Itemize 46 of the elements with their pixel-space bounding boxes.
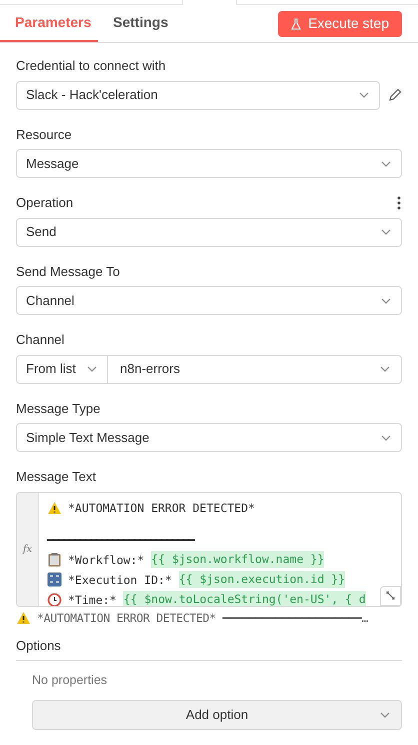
field-label: Credential to connect with	[16, 57, 166, 75]
field-label: Message Text	[16, 468, 97, 486]
select-value: Channel	[26, 292, 74, 310]
mode-value[interactable]: From list	[26, 359, 76, 379]
select-value: Message	[26, 154, 79, 173]
field-label: Send Message To	[16, 262, 120, 281]
code-editor[interactable]: fx *AUTOMATION ERROR DETECTED* ━━━━━━━━━━━━━━━━━━━━━━━━━━━ *Workflow:* {{ $json.workflow.name }} *Execution ID:* {{ $json.execution.id }} *Time:* {{ $now.toLocaleString('en-US', { d	[16, 492, 402, 606]
empty-state-text: No properties	[32, 672, 108, 690]
expression-text: {{ $now.toLocaleString('en-US', { d	[123, 591, 366, 606]
code-text: *Workflow:*	[68, 552, 144, 568]
code-text: ━━━━━━━━━━━━━━━━━━━━━━━━━━━	[47, 532, 194, 548]
section-title: Options	[16, 636, 402, 662]
expression-text: {{ $json.execution.id }}	[178, 571, 346, 588]
select-field[interactable]: Send	[16, 218, 402, 246]
select-value: Send	[26, 223, 56, 242]
panel-handle[interactable]	[182, 0, 237, 5]
field-label: Channel	[16, 331, 64, 349]
field-label: Message Type	[16, 400, 100, 418]
field-label: Resource	[16, 126, 72, 144]
clipboard-icon	[47, 552, 62, 567]
select-value: Slack - Hack'celeration	[26, 86, 158, 104]
select-value: n8n-errors	[120, 360, 180, 378]
number-keys-icon	[47, 572, 62, 587]
code-text: *Execution ID:*	[68, 572, 172, 588]
alarm-clock-icon	[47, 592, 62, 606]
warning-icon	[16, 611, 31, 626]
select-field[interactable]: Simple Text Message	[16, 423, 402, 452]
tab[interactable]: Settings	[98, 5, 184, 42]
pencil-icon[interactable]	[388, 88, 402, 102]
add-option-button[interactable]: Add option	[32, 700, 402, 730]
output-preview: *AUTOMATION ERROR DETECTED* ━━━━━━━━━━━━━━━━━━━━━…	[37, 610, 368, 626]
code-text: *Time:*	[68, 592, 116, 606]
select-field[interactable]: Channel	[16, 286, 402, 315]
expression-marker: fx	[22, 542, 32, 556]
field-label: Operation	[16, 194, 74, 212]
channel-select[interactable]: From list n8n-errors	[16, 354, 402, 384]
code-text: *AUTOMATION ERROR DETECTED*	[68, 500, 255, 516]
expression-text: {{ $json.workflow.name }}	[151, 551, 324, 568]
select-field[interactable]: Slack - Hack'celeration	[16, 80, 380, 110]
expand-icon	[386, 591, 395, 600]
select-field[interactable]: Message	[16, 149, 402, 178]
more-options-icon[interactable]	[397, 196, 401, 210]
expand-editor-button[interactable]	[380, 586, 401, 606]
select-value: Simple Text Message	[26, 428, 150, 447]
flask-icon	[291, 18, 302, 30]
warning-icon	[47, 500, 62, 514]
